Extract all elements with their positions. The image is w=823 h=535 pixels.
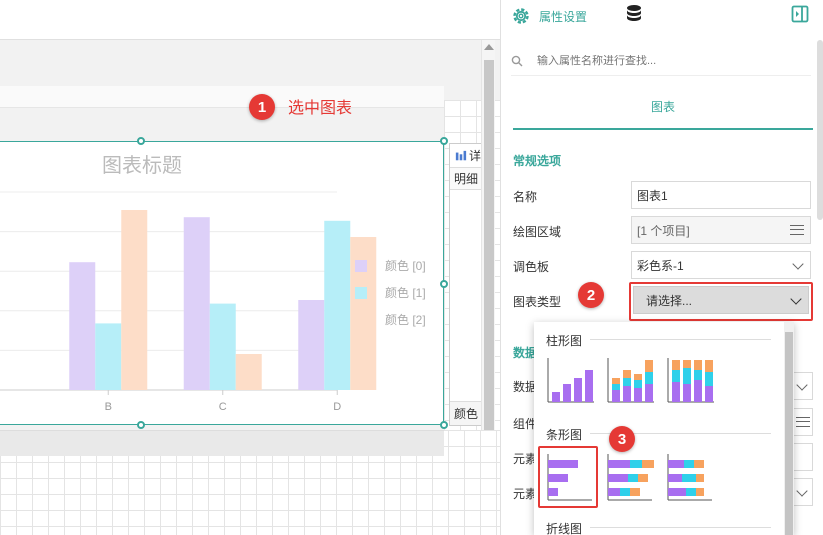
design-canvas[interactable]: 详 明细 颜色 图表标题 B C D 颜色 [0] 颜色 [1] 颜色 [2] <box>0 0 500 535</box>
chevron-down-icon <box>796 379 808 391</box>
panel-scrollbar[interactable] <box>817 40 823 220</box>
legend-swatch <box>355 260 367 272</box>
x-tick-label: B <box>105 401 112 413</box>
tab-properties[interactable]: 属性设置 <box>511 2 587 30</box>
property-search-input[interactable] <box>537 54 777 67</box>
chart-bar <box>69 262 96 390</box>
component-field-partial[interactable] <box>791 408 813 436</box>
chart-bar <box>298 300 325 390</box>
bar-percent-stacked-icon[interactable] <box>664 450 716 502</box>
resize-handle-top-right[interactable] <box>440 137 448 145</box>
page-band-bottom <box>0 430 444 456</box>
side-table-footer: 颜色 <box>450 401 481 425</box>
step-badge-3: 3 <box>609 426 635 452</box>
data-field-partial[interactable] <box>791 372 813 400</box>
scroll-up-arrow-icon[interactable] <box>484 44 494 50</box>
element-field-partial[interactable] <box>791 443 813 471</box>
category-bar: 条形图 <box>546 426 591 443</box>
chart-bar <box>209 303 236 390</box>
search-icon <box>511 55 523 66</box>
resize-handle-bottom-right[interactable] <box>440 421 448 429</box>
tab-data[interactable] <box>625 4 643 27</box>
side-table-header: 详 <box>450 144 481 168</box>
plot-area-label: 绘图区域 <box>513 225 562 239</box>
chart-title: 图表标题 <box>102 154 182 177</box>
name-value: 图表1 <box>637 188 668 203</box>
scroll-thumb[interactable] <box>484 60 494 430</box>
group-general-options[interactable]: 常规选项 <box>513 152 561 169</box>
table-icon <box>455 150 467 160</box>
bar-chart: 图表标题 B C D 颜色 [0] 颜色 [1] 颜色 [2] <box>0 154 426 413</box>
collapse-panel-button[interactable] <box>791 5 809 26</box>
chart-bar <box>324 220 351 390</box>
menu-icon[interactable] <box>796 417 810 427</box>
legend-swatch <box>355 287 367 299</box>
step1-label: 选中图表 <box>288 100 353 117</box>
side-table-row: 明细 <box>450 168 481 190</box>
menu-icon[interactable] <box>790 225 804 235</box>
resize-handle-right[interactable] <box>440 280 448 288</box>
property-search[interactable] <box>511 46 811 76</box>
chart-bar <box>121 210 148 390</box>
name-label: 名称 <box>513 190 538 204</box>
page-band-top <box>0 86 444 108</box>
name-field[interactable]: 图表1 <box>631 181 811 209</box>
plot-area-field[interactable]: [1 个项目] <box>631 216 811 244</box>
chart-type-label: 图表类型 <box>513 295 562 309</box>
panel-collapse-icon <box>791 5 809 23</box>
dropdown-scroll-thumb[interactable] <box>785 332 793 535</box>
column-percent-stacked-icon[interactable] <box>664 354 716 406</box>
x-tick-label: D <box>333 401 341 413</box>
element-field-partial-2[interactable] <box>791 478 813 506</box>
palette-value: 彩色系-1 <box>637 258 684 273</box>
side-table-header-text: 详 <box>468 149 481 163</box>
legend-label: 颜色 [0] <box>385 258 426 273</box>
chevron-down-icon <box>792 258 804 270</box>
chart-bar <box>235 354 262 390</box>
palette-select[interactable]: 彩色系-1 <box>631 251 811 279</box>
column-stacked-icon[interactable] <box>604 354 656 406</box>
highlight-chart-type <box>629 282 813 321</box>
legend-label: 颜色 [1] <box>385 285 426 300</box>
chart-bar <box>183 217 210 390</box>
tab-chart-section[interactable]: 图表 <box>513 92 813 130</box>
step-badge-1: 1 <box>249 94 275 120</box>
column-clustered-icon[interactable] <box>544 354 596 406</box>
chevron-down-icon <box>796 485 808 497</box>
dropdown-scrollbar[interactable] <box>784 322 794 535</box>
legend-label: 颜色 [2] <box>385 312 426 327</box>
side-table-partial[interactable]: 详 明细 颜色 <box>449 143 481 426</box>
step-badge-2: 2 <box>578 282 604 308</box>
tab-properties-label: 属性设置 <box>539 9 588 24</box>
chart-bar <box>350 237 377 390</box>
canvas-vertical-scrollbar[interactable] <box>481 40 495 430</box>
canvas-toolbar-area <box>0 0 500 40</box>
resize-handle-bottom[interactable] <box>137 421 145 429</box>
legend-swatch <box>355 314 367 326</box>
highlight-bar-clustered <box>538 446 598 508</box>
palette-label: 调色板 <box>513 260 550 274</box>
chart-bar <box>95 323 122 390</box>
category-line: 折线图 <box>546 520 591 535</box>
category-column: 柱形图 <box>546 332 591 349</box>
database-icon <box>627 5 641 21</box>
chart-component[interactable]: 图表标题 B C D 颜色 [0] 颜色 [1] 颜色 [2] <box>0 141 444 425</box>
gear-icon <box>513 8 529 24</box>
resize-handle-top[interactable] <box>137 137 145 145</box>
bar-stacked-icon[interactable] <box>604 450 656 502</box>
x-tick-label: C <box>219 401 227 413</box>
plot-area-value: [1 个项目] <box>637 223 690 238</box>
